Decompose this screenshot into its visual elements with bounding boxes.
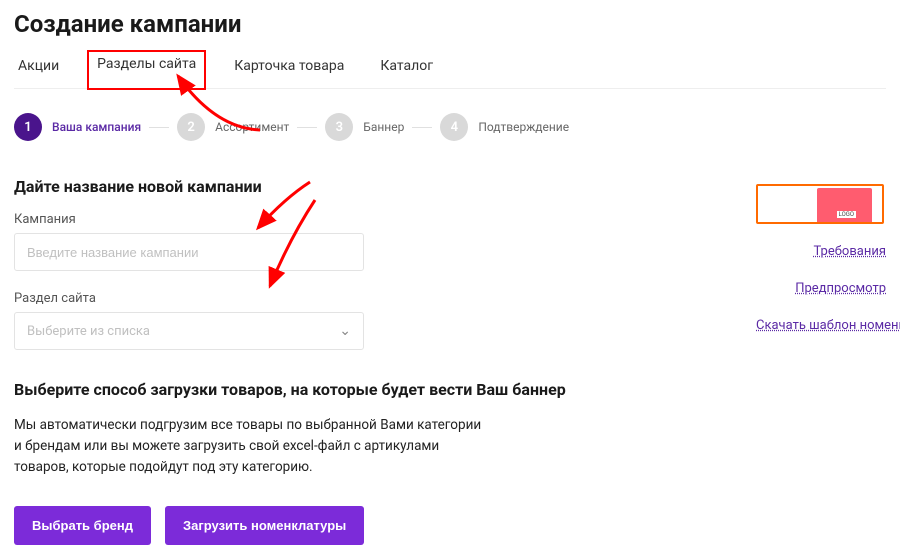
step-bullet: 3: [325, 113, 353, 141]
step-bullet: 4: [440, 113, 468, 141]
step-label: Ассортимент: [215, 120, 289, 134]
banner-preview-image: [817, 188, 872, 224]
tabs: Акции Разделы сайта Карточка товара Ката…: [14, 52, 886, 89]
step-label: Ваша кампания: [52, 120, 141, 134]
step-label: Подтверждение: [478, 120, 569, 134]
step-separator: [149, 127, 169, 128]
tab-kartochka-tovara[interactable]: Карточка товара: [230, 52, 348, 88]
link-requirements[interactable]: Требования: [756, 244, 886, 259]
step-3[interactable]: 3 Баннер: [325, 113, 404, 141]
step-2[interactable]: 2 Ассортимент: [177, 113, 289, 141]
step-bullet: 2: [177, 113, 205, 141]
step-separator: [297, 127, 317, 128]
section-placeholder: Выберите из списка: [27, 324, 150, 339]
page-title: Создание кампании: [14, 10, 886, 38]
load-buttons: Выбрать бренд Загрузить номенклатуры: [14, 506, 886, 545]
chevron-down-icon: ⌄: [339, 323, 351, 339]
tab-katalog[interactable]: Каталог: [376, 52, 437, 88]
step-1[interactable]: 1 Ваша кампания: [14, 113, 141, 141]
wizard-steps: 1 Ваша кампания 2 Ассортимент 3 Баннер 4…: [14, 113, 886, 141]
upload-nomenclature-button[interactable]: Загрузить номенклатуры: [165, 506, 364, 545]
section-title-load: Выберите способ загрузки товаров, на кот…: [14, 380, 886, 399]
tab-razdely-saita[interactable]: Разделы сайта: [87, 50, 206, 90]
banner-preview[interactable]: LOGO: [756, 184, 884, 224]
choose-brand-button[interactable]: Выбрать бренд: [14, 506, 151, 545]
load-description: Мы автоматически подгрузим все товары по…: [14, 415, 484, 478]
link-preview[interactable]: Предпросмотр: [756, 281, 886, 296]
section-select[interactable]: Выберите из списка ⌄: [14, 312, 364, 350]
step-label: Баннер: [363, 120, 404, 134]
sidebar: LOGO Требования Предпросмотр Скачать шаб…: [756, 184, 886, 355]
step-separator: [412, 127, 432, 128]
link-download-template[interactable]: Скачать шаблон номенклатур: [756, 318, 886, 333]
banner-preview-logo: LOGO: [837, 211, 856, 218]
campaign-input[interactable]: [14, 233, 364, 271]
step-4[interactable]: 4 Подтверждение: [440, 113, 569, 141]
tab-aktsii[interactable]: Акции: [14, 52, 63, 88]
step-bullet: 1: [14, 113, 42, 141]
